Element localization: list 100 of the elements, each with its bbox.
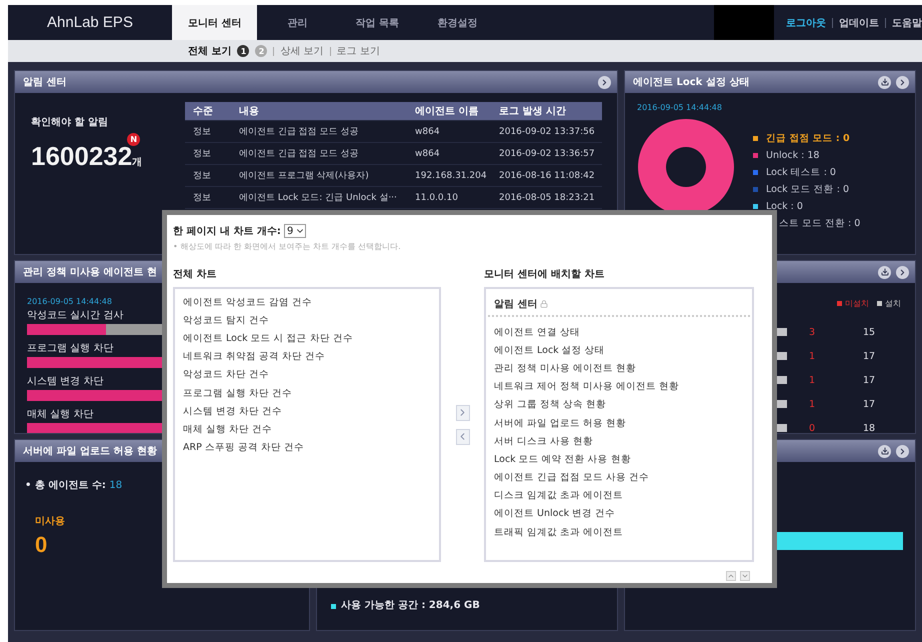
list-item[interactable]: 서버에 파일 업로드 허용 현황 <box>494 414 752 432</box>
status-value: 0 <box>35 532 48 558</box>
table-cell-text: w864 <box>414 148 440 158</box>
list-item[interactable]: 에이전트 악성코드 감염 건수 <box>183 293 439 312</box>
column-header: 로그 발생 시간 <box>498 105 567 118</box>
download-icon[interactable] <box>878 444 891 458</box>
chevron-right-icon[interactable] <box>598 76 611 88</box>
pinned-item: 알림 센터 <box>488 293 750 317</box>
alarm-count: 1600232 <box>31 143 132 169</box>
bar-label: 악성코드 실시간 검사 <box>27 309 124 322</box>
nav-tab[interactable]: 환경설정 <box>417 5 498 40</box>
legend-marker <box>331 604 336 609</box>
legend-label: 스트 모드 전환 : 0 <box>779 217 860 230</box>
list-item[interactable]: 에이전트 Unlock 변경 건수 <box>494 504 752 524</box>
list-item[interactable]: 에이전트 Lock 설정 상태 <box>494 341 752 360</box>
view-link[interactable]: 로그 보기 <box>336 44 380 58</box>
legend-label: Lock : 0 <box>766 201 803 212</box>
list-item[interactable]: 네트워크 취약점 공격 차단 건수 <box>183 348 439 366</box>
alarm-label: 확인해야 할 알림 <box>31 116 109 129</box>
legend-label: Unlock : 18 <box>766 150 820 161</box>
legend-label: 설치 <box>885 298 901 309</box>
legend-label: 긴급 접점 모드 : 0 <box>766 132 850 145</box>
table-cell-text: 2016-09-02 13:36:57 <box>498 148 595 158</box>
panel-title: 관리 정책 미사용 에이전트 현 <box>23 266 157 279</box>
bar-label: 시스템 변경 차단 <box>27 375 104 388</box>
table-cell-text: 정보 <box>192 126 211 138</box>
table-cell-text: 192.168.31.204 <box>414 170 487 180</box>
list-title: 전체 차트 <box>173 268 218 281</box>
download-icon[interactable] <box>878 266 891 278</box>
table-cell-text: 에이전트 Lock 모드: 긴급 Unlock 설··· <box>238 192 397 204</box>
list-item[interactable]: 상위 그룹 정책 상속 현황 <box>494 396 752 414</box>
list-item[interactable]: 매체 실행 차단 건수 <box>183 420 439 438</box>
hint-text: • 해상도에 따라 한 화면에서 보여주는 차트 개수를 선택합니다. <box>173 241 402 252</box>
header-link[interactable]: 도움말 <box>892 16 922 30</box>
table-cell-text: 정보 <box>192 192 211 204</box>
not-installed-count: 1 <box>808 398 816 410</box>
table-cell-text: 정보 <box>192 148 211 160</box>
list-item[interactable]: 에이전트 Lock 모드 시 접근 차단 건수 <box>183 329 439 348</box>
chevron-right-icon[interactable] <box>896 266 909 278</box>
column-header: 에이전트 이름 <box>414 105 480 118</box>
bar-label: 매체 실행 차단 <box>27 408 94 421</box>
add-button[interactable] <box>456 404 470 420</box>
list-item[interactable]: 트래픽 임계값 초과 에이전트 <box>494 523 752 542</box>
lock-icon <box>540 300 548 308</box>
list-title: 모니터 센터에 배치할 차트 <box>484 268 606 281</box>
view-link[interactable]: 상세 보기 <box>280 44 324 58</box>
timestamp: 2016-09-05 14:44:48 <box>637 103 723 112</box>
column-header: 내용 <box>238 105 260 118</box>
list-item[interactable]: 악성코드 차단 건수 <box>183 366 439 384</box>
column-header: 수준 <box>192 105 214 118</box>
nav-tab[interactable]: 모니터 센터 <box>172 5 258 40</box>
table-cell-text: 11.0.0.10 <box>414 192 458 202</box>
table-cell-text: w864 <box>414 126 440 136</box>
total-label: • 총 에이전트 수: 18 <box>25 479 122 492</box>
view-link[interactable]: 전체 보기 <box>188 44 232 58</box>
panel-title: 에이전트 Lock 설정 상태 <box>633 76 750 89</box>
table-cell-text: 2016-08-16 11:08:42 <box>498 170 595 180</box>
timestamp: 2016-09-05 14:44:48 <box>27 297 112 306</box>
redacted-block <box>714 5 774 40</box>
chevron-right-icon[interactable] <box>896 76 909 88</box>
nav-tab[interactable]: 관리 <box>257 5 338 40</box>
new-badge: N <box>127 133 140 146</box>
installed-count: 17 <box>862 350 876 362</box>
panel-title: 서버에 파일 업로드 허용 현황 <box>23 445 157 458</box>
legend-label: Lock 모드 전환 : 0 <box>766 183 849 196</box>
not-installed-count: 0 <box>808 422 816 433</box>
remove-button[interactable] <box>456 428 470 444</box>
table-cell-text: 2016-09-02 13:37:56 <box>498 126 595 136</box>
table-cell-text: 2016-08-05 18:23:21 <box>498 192 595 202</box>
list-item[interactable]: ARP 스푸핑 공격 차단 건수 <box>183 438 439 457</box>
page-dot[interactable]: 1 <box>237 45 250 57</box>
list-item[interactable]: 에이전트 긴급 접점 모드 사용 건수 <box>494 468 752 487</box>
list-item[interactable]: 에이전트 연결 상태 <box>494 323 752 342</box>
legend-label: 미설치 <box>845 298 869 309</box>
list-item[interactable]: 프로그램 실행 차단 건수 <box>183 384 439 402</box>
header-link[interactable]: 업데이트 <box>839 16 879 30</box>
list-item[interactable]: 시스템 변경 차단 건수 <box>183 402 439 420</box>
header-link[interactable]: 로그아웃 <box>786 16 826 30</box>
chevron-down-icon <box>741 572 749 580</box>
list-item[interactable]: 네트워크 제어 정책 미사용 에이전트 현황 <box>494 378 752 396</box>
list-item[interactable]: 디스크 임계값 초과 에이전트 <box>494 486 752 505</box>
chevron-right-icon[interactable] <box>896 444 909 458</box>
per-page-select[interactable]: 9 <box>284 224 306 238</box>
list-item[interactable]: Lock 모드 예약 전환 사용 현황 <box>494 450 752 468</box>
download-icon[interactable] <box>878 76 891 88</box>
nav-tab[interactable]: 작업 목록 <box>337 5 418 40</box>
not-installed-count: 1 <box>808 374 816 386</box>
per-page-label: 한 페이지 내 차트 개수: <box>173 225 281 238</box>
table-cell-text: 에이전트 긴급 접점 모드 성공 <box>238 126 358 138</box>
list-item[interactable]: 관리 정책 미사용 에이전트 현황 <box>494 359 752 378</box>
installed-count: 15 <box>862 326 876 338</box>
list-item[interactable]: 악성코드 탐지 건수 <box>183 311 439 330</box>
table-cell-text: 정보 <box>192 170 211 182</box>
installed-count: 17 <box>862 374 876 386</box>
installed-count: 17 <box>862 398 876 410</box>
panel-title: 알림 센터 <box>23 76 66 89</box>
free-space-label: 사용 가능한 공간 : 284,6 GB <box>341 599 480 612</box>
count-unit: 개 <box>132 156 142 169</box>
list-item[interactable]: 서버 디스크 사용 현황 <box>494 432 752 450</box>
legend-label: Lock 테스트 : 0 <box>766 166 836 179</box>
